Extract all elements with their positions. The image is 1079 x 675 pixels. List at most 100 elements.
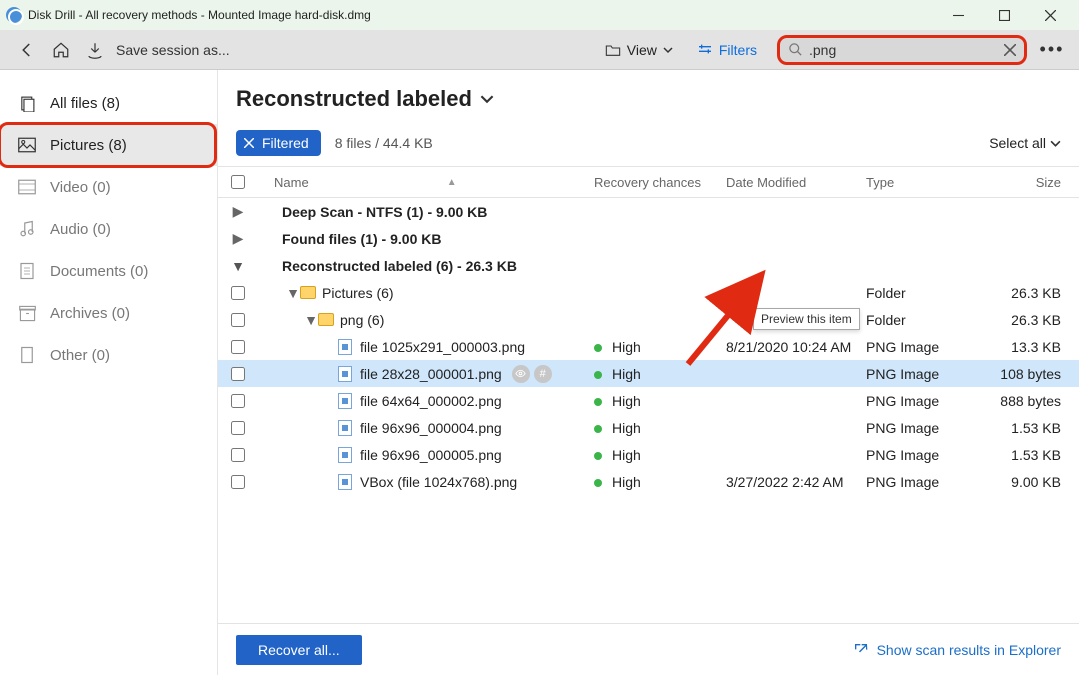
filters-label: Filters	[719, 42, 757, 58]
file-row[interactable]: file 1025x291_000003.png High 8/21/2020 …	[218, 333, 1079, 360]
cell-size: 1.53 KB	[984, 447, 1079, 463]
cell-type: PNG Image	[866, 366, 984, 382]
group-row[interactable]: ▶ Found files (1) - 9.00 KB	[218, 225, 1079, 252]
preview-button[interactable]	[512, 365, 530, 383]
png-file-icon	[338, 366, 352, 382]
file-row[interactable]: file 28x28_000001.png # High PNG Image 1…	[218, 360, 1079, 387]
rows-area: ▶ Deep Scan - NTFS (1) - 9.00 KB ▶ Found…	[218, 198, 1079, 623]
row-checkbox[interactable]	[231, 367, 245, 381]
file-row[interactable]: file 96x96_000004.png High PNG Image 1.5…	[218, 414, 1079, 441]
close-button[interactable]	[1027, 0, 1073, 30]
file-name: VBox (file 1024x768).png	[360, 474, 517, 490]
folder-title[interactable]: Reconstructed labeled	[236, 86, 1061, 112]
other-icon	[18, 346, 36, 364]
group-label: Reconstructed labeled (6) - 26.3 KB	[282, 258, 517, 274]
cell-type: PNG Image	[866, 447, 984, 463]
status-dot-icon	[594, 398, 602, 406]
show-in-explorer-link[interactable]: Show scan results in Explorer	[853, 642, 1061, 658]
cell-recovery: High	[612, 447, 641, 463]
search-box[interactable]	[777, 35, 1027, 65]
cell-recovery: High	[612, 420, 641, 436]
column-header-date[interactable]: Date Modified	[726, 175, 866, 190]
column-header-type[interactable]: Type	[866, 175, 984, 190]
row-checkbox[interactable]	[231, 286, 245, 300]
sidebar-item-all-files[interactable]: All files (8)	[0, 82, 217, 124]
file-name: file 1025x291_000003.png	[360, 339, 525, 355]
expand-icon[interactable]: ▶	[231, 230, 245, 247]
row-checkbox[interactable]	[231, 448, 245, 462]
sidebar-item-label: Video (0)	[50, 179, 111, 196]
sidebar-item-other[interactable]: Other (0)	[0, 334, 217, 376]
png-file-icon	[338, 420, 352, 436]
column-header-size[interactable]: Size	[984, 175, 1079, 190]
home-button[interactable]	[44, 33, 78, 67]
folder-row[interactable]: ▼ png (6) Folder 26.3 KB	[218, 306, 1079, 333]
file-row[interactable]: file 64x64_000002.png High PNG Image 888…	[218, 387, 1079, 414]
png-file-icon	[338, 393, 352, 409]
view-dropdown[interactable]: View	[593, 35, 685, 65]
recover-all-button[interactable]: Recover all...	[236, 635, 362, 665]
collapse-icon[interactable]: ▼	[304, 312, 318, 328]
folder-row[interactable]: ▼ Pictures (6) Folder 26.3 KB	[218, 279, 1079, 306]
download-icon[interactable]	[78, 33, 112, 67]
header-checkbox[interactable]	[231, 175, 245, 189]
sidebar-item-audio[interactable]: Audio (0)	[0, 208, 217, 250]
sidebar-item-pictures[interactable]: Pictures (8)	[0, 124, 217, 166]
files-icon	[18, 94, 36, 112]
row-checkbox[interactable]	[231, 313, 245, 327]
filters-button[interactable]: Filters	[685, 42, 769, 58]
column-header-name[interactable]: Name▲	[258, 175, 594, 190]
sort-indicator-icon: ▲	[447, 177, 457, 188]
cell-type: PNG Image	[866, 474, 984, 490]
search-input[interactable]	[803, 42, 1004, 58]
cell-recovery: High	[612, 339, 641, 355]
content-header: Reconstructed labeled	[218, 70, 1079, 124]
cell-type: PNG Image	[866, 393, 984, 409]
back-button[interactable]	[10, 33, 44, 67]
row-checkbox[interactable]	[231, 394, 245, 408]
cell-size: 13.3 KB	[984, 339, 1079, 355]
save-session-button[interactable]: Save session as...	[116, 42, 230, 58]
collapse-icon[interactable]: ▼	[286, 285, 300, 301]
view-label: View	[627, 42, 657, 58]
preview-tooltip: Preview this item	[753, 308, 860, 330]
columns-header: Name▲ Recovery chances Date Modified Typ…	[218, 166, 1079, 198]
row-checkbox[interactable]	[231, 340, 245, 354]
minimize-button[interactable]	[935, 0, 981, 30]
file-row[interactable]: VBox (file 1024x768).png High 3/27/2022 …	[218, 468, 1079, 495]
music-icon	[18, 220, 36, 238]
folder-icon	[605, 43, 621, 57]
hex-button[interactable]: #	[534, 365, 552, 383]
sidebar-item-archives[interactable]: Archives (0)	[0, 292, 217, 334]
filtered-label: Filtered	[262, 135, 309, 151]
clear-search-icon[interactable]	[1004, 44, 1016, 56]
column-header-recovery[interactable]: Recovery chances	[594, 175, 726, 190]
collapse-icon[interactable]: ▼	[231, 258, 245, 274]
group-row[interactable]: ▶ Deep Scan - NTFS (1) - 9.00 KB	[218, 198, 1079, 225]
more-options-button[interactable]: •••	[1035, 39, 1069, 60]
footer: Recover all... Show scan results in Expl…	[218, 623, 1079, 675]
sidebar-item-video[interactable]: Video (0)	[0, 166, 217, 208]
file-row[interactable]: file 96x96_000005.png High PNG Image 1.5…	[218, 441, 1079, 468]
cell-type: PNG Image	[866, 339, 984, 355]
group-row[interactable]: ▼ Reconstructed labeled (6) - 26.3 KB	[218, 252, 1079, 279]
sidebar-item-label: Archives (0)	[50, 305, 130, 322]
expand-icon[interactable]: ▶	[231, 203, 245, 220]
content-subheader: Filtered 8 files / 44.4 KB Select all	[218, 124, 1079, 166]
sidebar-item-label: Audio (0)	[50, 221, 111, 238]
chevron-down-icon	[480, 92, 494, 106]
select-all-button[interactable]: Select all	[989, 135, 1061, 151]
archive-icon	[18, 304, 36, 322]
file-name: file 64x64_000002.png	[360, 393, 502, 409]
folder-icon	[318, 313, 334, 326]
filtered-chip[interactable]: Filtered	[236, 130, 321, 156]
status-dot-icon	[594, 425, 602, 433]
close-icon	[244, 138, 254, 148]
row-checkbox[interactable]	[231, 475, 245, 489]
app-icon	[6, 7, 22, 23]
row-checkbox[interactable]	[231, 421, 245, 435]
sidebar-item-documents[interactable]: Documents (0)	[0, 250, 217, 292]
cell-size: 26.3 KB	[984, 285, 1079, 301]
maximize-button[interactable]	[981, 0, 1027, 30]
group-label: Deep Scan - NTFS (1) - 9.00 KB	[282, 204, 487, 220]
